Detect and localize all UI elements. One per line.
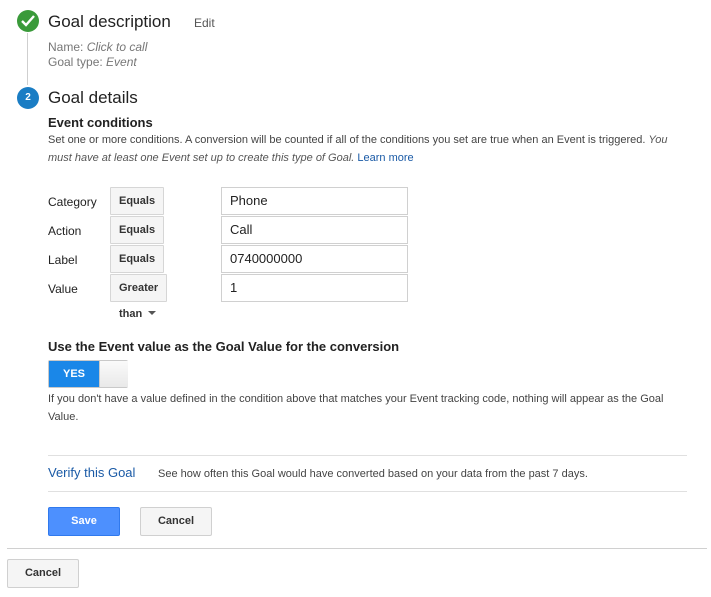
dropdown-caret-icon	[148, 311, 157, 315]
use-event-value-toggle[interactable]: YES	[48, 360, 128, 388]
condition-label: Category	[48, 195, 97, 209]
goal-name-value: Click to call	[86, 40, 148, 54]
goal-type-value: Event	[106, 55, 137, 69]
goal-type-line: Goal type: Event	[48, 55, 137, 69]
save-button[interactable]: Save	[48, 507, 120, 536]
divider	[48, 455, 687, 456]
verify-goal-description: See how often this Goal would have conve…	[158, 468, 588, 480]
goal-name-line: Name: Click to call	[48, 40, 147, 54]
use-event-value-heading: Use the Event value as the Goal Value fo…	[48, 339, 400, 354]
learn-more-link[interactable]: Learn more	[357, 152, 413, 164]
goal-name-label: Name:	[48, 40, 84, 54]
condition-operator-select[interactable]: Equals to	[110, 216, 165, 262]
outer-cancel-button[interactable]: Cancel	[7, 559, 79, 588]
divider	[48, 491, 687, 492]
toggle-on-label: YES	[49, 361, 99, 387]
step-connector-line	[27, 33, 28, 85]
goal-description-title: Goal description	[48, 12, 171, 31]
toggle-knob	[99, 361, 128, 387]
condition-operator-select[interactable]: Equals to	[110, 187, 165, 233]
description-text: Set one or more conditions. A conversion…	[48, 134, 646, 146]
condition-value-input[interactable]: Phone	[221, 187, 408, 215]
goal-details-title: Goal details	[48, 88, 138, 107]
step-complete-check-icon	[17, 10, 39, 32]
condition-label: Label	[48, 253, 78, 267]
condition-value-input[interactable]: 1	[221, 274, 408, 302]
condition-value-input[interactable]: Call	[221, 216, 408, 244]
event-conditions-description: Set one or more conditions. A conversion…	[48, 131, 678, 167]
divider	[7, 548, 707, 549]
condition-operator-select[interactable]: Equals to	[110, 245, 165, 291]
condition-label: Value	[48, 282, 78, 296]
edit-link[interactable]: Edit	[194, 16, 215, 30]
step-number-badge: 2	[17, 87, 39, 109]
goal-value-note: If you don't have a value defined in the…	[48, 393, 664, 423]
condition-label: Action	[48, 224, 82, 238]
condition-value-input[interactable]: 0740000000	[221, 245, 408, 273]
cancel-button[interactable]: Cancel	[140, 507, 212, 536]
goal-type-label: Goal type:	[48, 55, 103, 69]
event-conditions-heading: Event conditions	[48, 115, 153, 130]
condition-operator-select[interactable]: Greater than	[110, 274, 168, 320]
verify-goal-link[interactable]: Verify this Goal	[48, 465, 135, 480]
